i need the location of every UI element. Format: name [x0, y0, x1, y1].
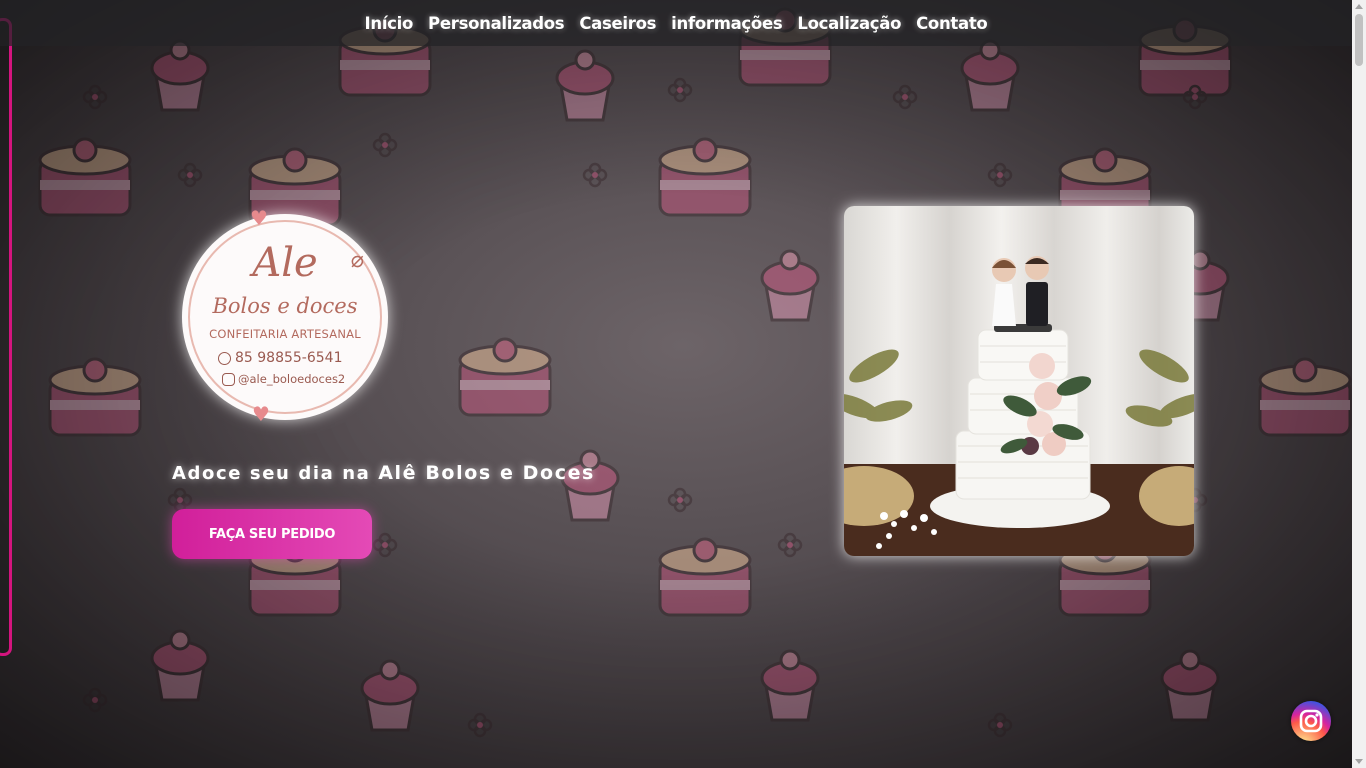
logo-phone: 85 98855-6541 — [218, 350, 342, 366]
wedding-cake-photo — [844, 206, 1194, 556]
whatsapp-icon — [218, 351, 231, 365]
logo-name: Ale — [252, 240, 318, 286]
scroll-up-icon[interactable] — [1355, 4, 1363, 9]
nav-link-caseiros[interactable]: Caseiros — [579, 14, 656, 33]
nav-link-contato[interactable]: Contato — [916, 14, 988, 33]
nav-link-personalizados[interactable]: Personalizados — [428, 14, 565, 33]
nav-link-inicio[interactable]: Início — [365, 14, 414, 33]
nav-link-localizacao[interactable]: Localização — [797, 14, 901, 33]
instagram-icon — [222, 372, 235, 386]
scroll-down-icon[interactable] — [1355, 759, 1363, 764]
instagram-float-button[interactable] — [1291, 701, 1331, 741]
order-button[interactable]: FAÇA SEU PEDIDO — [172, 509, 372, 559]
nav-link-informacoes[interactable]: informações — [671, 14, 783, 33]
logo-instagram: @ale_boloedoces2 — [222, 372, 345, 386]
top-navigation: Início Personalizados Caseiros informaçõ… — [0, 0, 1352, 46]
logo-subtitle: Bolos e doces — [212, 294, 358, 318]
heart-icon: ♥ — [252, 402, 270, 426]
brand-logo: ♥ ♥ ⌀ Ale Bolos e doces CONFEITARIA ARTE… — [182, 208, 388, 424]
heart-icon: ♥ — [250, 206, 268, 230]
hero-heading-brand: Alê Bolos e Doces — [378, 462, 595, 484]
page-scrollbar[interactable] — [1352, 0, 1366, 768]
instagram-icon — [1299, 709, 1323, 733]
hero-heading-prefix: Adoce seu dia na — [172, 463, 379, 484]
wedding-cake-image — [844, 206, 1194, 556]
hero-heading: Adoce seu dia na Alê Bolos e Doces — [172, 462, 595, 484]
scrollbar-thumb[interactable] — [1355, 14, 1363, 66]
logo-phone-text: 85 98855-6541 — [235, 350, 343, 366]
logo-instagram-text: @ale_boloedoces2 — [238, 372, 346, 386]
logo-tagline: CONFEITARIA ARTESANAL — [209, 327, 361, 341]
side-panel-edge[interactable] — [0, 18, 12, 656]
